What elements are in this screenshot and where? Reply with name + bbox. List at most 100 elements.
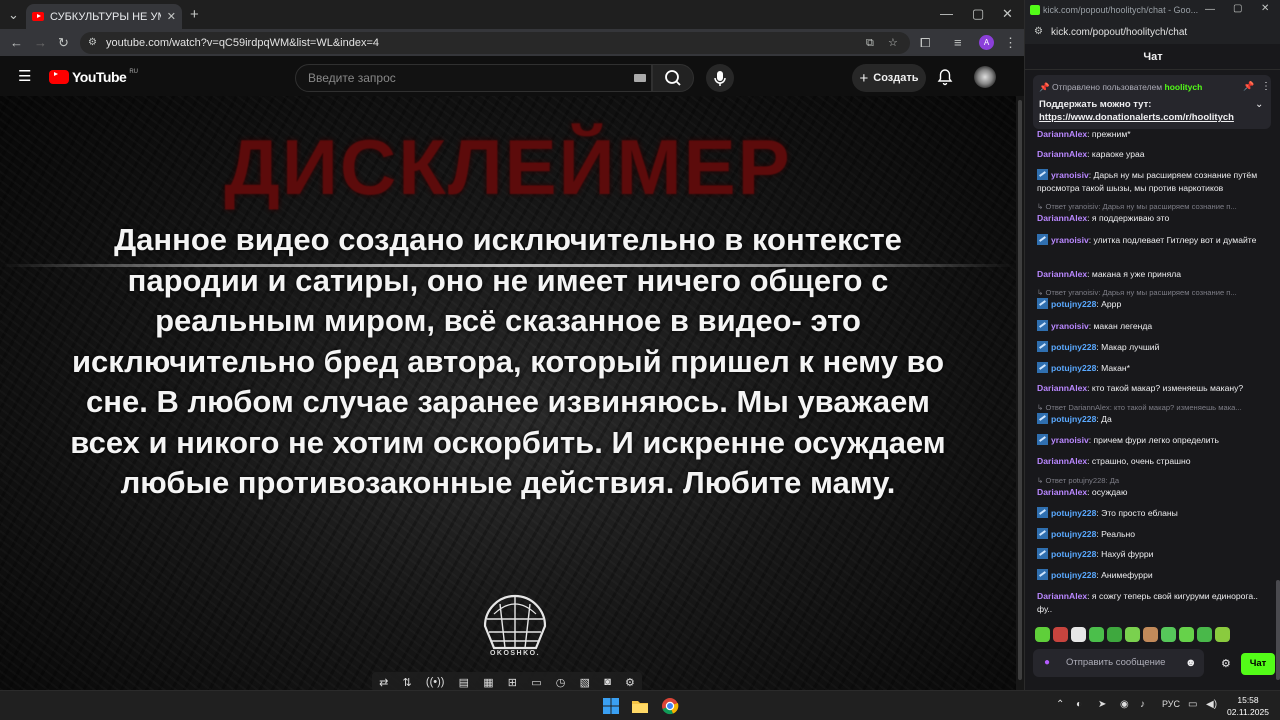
chat-message[interactable]: potujny228: Это просто ебланы bbox=[1037, 507, 1273, 520]
system-clock[interactable]: 15:58 02.11.2025 bbox=[1222, 694, 1274, 718]
address-bar[interactable]: ⚙ youtube.com/watch?v=qC59irdpqWM&list=W… bbox=[80, 32, 910, 54]
youtube-logo[interactable]: YouTube RU bbox=[49, 69, 138, 85]
close-tab-icon[interactable]: ✕ bbox=[167, 10, 176, 23]
maximize-icon[interactable]: ▢ bbox=[1233, 4, 1242, 14]
file-explorer-icon[interactable] bbox=[630, 696, 650, 716]
message-username[interactable]: potujny228 bbox=[1051, 414, 1096, 424]
message-username[interactable]: yranoisiv bbox=[1051, 170, 1089, 180]
send-chat-button[interactable]: Чат bbox=[1241, 653, 1275, 675]
message-username[interactable]: potujny228 bbox=[1051, 342, 1096, 352]
message-username[interactable]: DariannAlex bbox=[1037, 591, 1087, 601]
message-username[interactable]: potujny228 bbox=[1051, 299, 1096, 309]
minimize-icon[interactable]: — bbox=[940, 7, 953, 20]
microphone-tray-icon[interactable]: ♪ bbox=[1140, 699, 1145, 710]
chat-message[interactable]: potujny228: Макар лучший bbox=[1037, 341, 1273, 354]
message-username[interactable]: DariannAlex bbox=[1037, 487, 1087, 497]
minimize-icon[interactable]: — bbox=[1205, 5, 1215, 15]
emoji-picker-icon[interactable]: ☻ bbox=[1185, 649, 1197, 677]
playlist-icon[interactable]: ▤ bbox=[459, 676, 469, 689]
chat-message[interactable]: potujny228: Реально bbox=[1037, 528, 1273, 541]
maximize-icon[interactable]: ▢ bbox=[972, 7, 984, 20]
emote-icon[interactable] bbox=[1197, 627, 1212, 642]
scrollbar-thumb[interactable] bbox=[1018, 100, 1022, 680]
message-username[interactable]: DariannAlex bbox=[1037, 149, 1087, 159]
message-username[interactable]: potujny228 bbox=[1051, 529, 1096, 539]
video-player[interactable]: ДИСКЛЕЙМЕР Данное видео создано исключит… bbox=[0, 96, 1016, 690]
chat-message[interactable]: ↳ Ответ DariannAlex: кто такой макар? из… bbox=[1037, 402, 1273, 426]
media-control-icon[interactable]: ≡ bbox=[954, 36, 962, 49]
settings-gear-icon[interactable]: ⚙ bbox=[625, 676, 635, 689]
reload-icon[interactable]: ↻ bbox=[58, 36, 69, 49]
unpin-icon[interactable]: 📌 bbox=[1243, 81, 1254, 92]
profile-avatar[interactable]: A bbox=[979, 35, 994, 50]
emote-icon[interactable] bbox=[1143, 627, 1158, 642]
pinned-link[interactable]: https://www.donationalerts.com/r/hoolity… bbox=[1039, 112, 1234, 123]
message-username[interactable]: yranoisiv bbox=[1051, 435, 1089, 445]
page-scrollbar[interactable] bbox=[1016, 96, 1024, 690]
input-language[interactable]: РУС bbox=[1162, 699, 1180, 709]
speed-icon[interactable]: ◷ bbox=[556, 676, 566, 689]
emote-icon[interactable] bbox=[1107, 627, 1122, 642]
emote-icon[interactable] bbox=[1179, 627, 1194, 642]
telegram-icon[interactable]: ➤ bbox=[1098, 699, 1106, 710]
message-username[interactable]: DariannAlex bbox=[1037, 269, 1087, 279]
loop-icon[interactable]: ⇄ bbox=[379, 676, 388, 689]
emote-icon[interactable] bbox=[1089, 627, 1104, 642]
windows-start-icon[interactable] bbox=[601, 696, 621, 716]
emote-icon[interactable] bbox=[1071, 627, 1086, 642]
expand-chevron-icon[interactable]: ⌄ bbox=[1255, 99, 1263, 110]
message-username[interactable]: potujny228 bbox=[1051, 570, 1096, 580]
chrome-icon[interactable] bbox=[660, 696, 680, 716]
menu-kebab-icon[interactable]: ⋮ bbox=[1004, 36, 1017, 49]
message-username[interactable]: yranoisiv bbox=[1051, 321, 1089, 331]
hamburger-menu-icon[interactable]: ☰ bbox=[18, 69, 31, 84]
chat-message[interactable]: DariannAlex: караоке ураа bbox=[1037, 148, 1273, 161]
chat-message[interactable]: yranoisiv: улитка подлевает Гитлеру вот … bbox=[1037, 234, 1273, 247]
message-username[interactable]: potujny228 bbox=[1051, 363, 1096, 373]
pinned-menu-icon[interactable]: ⋮ bbox=[1261, 81, 1271, 92]
chat-settings-gear-icon[interactable]: ⚙ bbox=[1221, 657, 1231, 670]
network-icon[interactable]: ▭ bbox=[1188, 699, 1197, 710]
message-username[interactable]: DariannAlex bbox=[1037, 213, 1087, 223]
screenshot-icon[interactable]: ⊞ bbox=[508, 676, 517, 689]
chat-message[interactable]: DariannAlex: кто такой макар? изменяешь … bbox=[1037, 382, 1273, 395]
chat-message[interactable]: potujny228: Анимефурри bbox=[1037, 569, 1273, 582]
scrollbar-thumb[interactable] bbox=[1276, 580, 1280, 680]
new-tab-icon[interactable]: + bbox=[190, 7, 199, 22]
audio-icon[interactable]: ((•)) bbox=[426, 676, 445, 688]
camera-icon[interactable]: ◙ bbox=[604, 676, 611, 688]
emote-icon[interactable] bbox=[1161, 627, 1176, 642]
microphone-icon[interactable]: ● bbox=[1044, 649, 1050, 677]
emote-icon[interactable] bbox=[1125, 627, 1140, 642]
emote-icon[interactable] bbox=[1053, 627, 1068, 642]
chat-message[interactable]: DariannAlex: прежним* bbox=[1037, 128, 1273, 141]
chat-message[interactable]: yranoisiv: макан легенда bbox=[1037, 320, 1273, 333]
chat-message[interactable]: ↳ Ответ yranoisiv: Дарья ну мы расширяем… bbox=[1037, 287, 1273, 311]
search-input[interactable]: Введите запрос bbox=[295, 64, 652, 92]
keyboard-icon[interactable] bbox=[634, 74, 646, 82]
create-button[interactable]: + Создать bbox=[852, 64, 926, 92]
back-icon[interactable]: ← bbox=[10, 36, 23, 49]
volume-icon[interactable]: ◀) bbox=[1206, 699, 1217, 710]
chat-message[interactable]: DariannAlex: я сожгу теперь свой кигурум… bbox=[1037, 590, 1273, 616]
tab-youtube[interactable]: СУБКУЛЬТУРЫ НЕ УМЕРЛИ / Э ✕ bbox=[26, 4, 182, 29]
site-info-icon[interactable]: ⚙ bbox=[1034, 27, 1043, 37]
steam-icon[interactable]: ◐ bbox=[1076, 699, 1082, 710]
chat-message[interactable]: ↳ Ответ yranoisiv: Дарья ну мы расширяем… bbox=[1037, 201, 1273, 225]
bookmark-star-icon[interactable]: ☆ bbox=[888, 32, 898, 54]
chat-message[interactable]: yranoisiv: Дарья ну мы расширяем сознани… bbox=[1037, 169, 1273, 195]
install-app-icon[interactable]: ⧉ bbox=[866, 32, 874, 54]
chat-message[interactable]: DariannAlex: макана я уже приняла bbox=[1037, 268, 1273, 281]
message-username[interactable]: potujny228 bbox=[1051, 508, 1096, 518]
extensions-icon[interactable]: ⧠ bbox=[920, 36, 930, 49]
chat-message[interactable]: yranoisiv: причем фури легко определить bbox=[1037, 434, 1273, 447]
message-username[interactable]: DariannAlex bbox=[1037, 129, 1087, 139]
search-button[interactable] bbox=[652, 64, 694, 92]
message-username[interactable]: yranoisiv bbox=[1051, 235, 1089, 245]
tray-overflow-icon[interactable]: ⌃ bbox=[1056, 699, 1064, 710]
chat-message-input[interactable]: ● Отправить сообщение ☻ bbox=[1033, 649, 1204, 677]
message-username[interactable]: DariannAlex bbox=[1037, 383, 1087, 393]
site-info-icon[interactable]: ⚙ bbox=[88, 32, 97, 54]
emote-icon[interactable] bbox=[1215, 627, 1230, 642]
tab-search-icon[interactable]: ⌄ bbox=[8, 8, 19, 21]
